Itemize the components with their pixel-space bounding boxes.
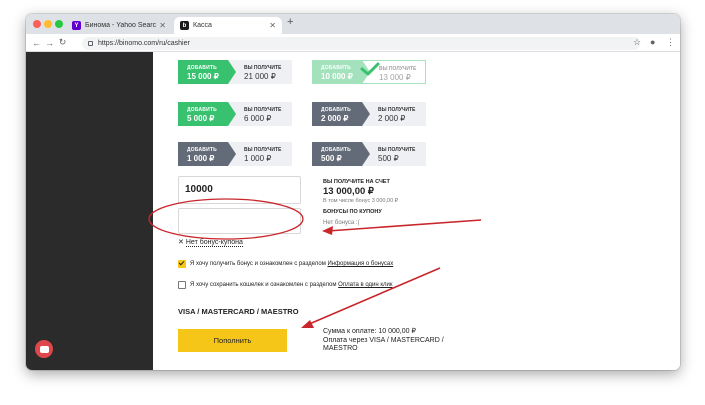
summary-panel: ВЫ ПОЛУЧИТЕ НА СЧЕТ 13 000,00 ₽ В том чи… bbox=[323, 179, 398, 226]
add-amount: 1 000 ₽ bbox=[187, 154, 215, 163]
save-wallet-checkbox[interactable] bbox=[178, 281, 186, 289]
get-amount: 21 000 ₽ bbox=[244, 72, 276, 81]
address-bar: ← → ↻ https://binomo.com/ru/cashier ☆ ● … bbox=[26, 34, 680, 52]
tab-kassa[interactable]: b Касса ✕ bbox=[174, 17, 282, 34]
coupon-bonus-value: Нет бонуса :( bbox=[323, 220, 360, 226]
summary-total: 13 000,00 ₽ bbox=[323, 186, 374, 197]
add-amount: 2 000 ₽ bbox=[321, 114, 349, 123]
add-label: ДОБАВИТЬ bbox=[321, 147, 351, 153]
payment-method: VISA / MASTERCARD / MAESTRO bbox=[178, 307, 299, 316]
yahoo-favicon-icon: Y bbox=[72, 21, 81, 30]
add-amount: 5 000 ₽ bbox=[187, 114, 215, 123]
get-amount: 500 ₽ bbox=[378, 154, 399, 163]
package-get: ВЫ ПОЛУЧИТЕ 500 ₽ bbox=[362, 142, 426, 166]
get-label: ВЫ ПОЛУЧИТЕ bbox=[244, 107, 282, 113]
checkbox-text: Я хочу получить бонус и ознакомлен с раз… bbox=[190, 261, 328, 267]
one-click-payment-link[interactable]: Оплата в один клик bbox=[338, 282, 392, 288]
back-icon[interactable]: ← bbox=[30, 38, 43, 48]
payment-summary: Сумма к оплате: 10 000,00 ₽ Оплата через… bbox=[323, 328, 458, 354]
get-label: ВЫ ПОЛУЧИТЕ bbox=[244, 65, 282, 71]
package-add: ДОБАВИТЬ 2 000 ₽ bbox=[312, 102, 370, 126]
checkbox-text: Я хочу сохранить кошелек и ознакомлен с … bbox=[190, 282, 339, 288]
bonus-info-link[interactable]: Информация о бонусах bbox=[327, 261, 393, 267]
chat-button[interactable] bbox=[35, 340, 53, 358]
get-amount: 2 000 ₽ bbox=[378, 114, 406, 123]
get-label: ВЫ ПОЛУЧИТЕ bbox=[244, 147, 282, 153]
payment-via: Оплата через VISA / MASTERCARD / MAESTRO bbox=[323, 336, 444, 353]
bookmark-star-icon[interactable]: ☆ bbox=[633, 37, 641, 48]
get-label: ВЫ ПОЛУЧИТЕ bbox=[379, 66, 417, 72]
page-content: ДОБАВИТЬ 15 000 ₽ ВЫ ПОЛУЧИТЕ 21 000 ₽ ДОБ… bbox=[26, 52, 680, 370]
add-label: ДОБАВИТЬ bbox=[321, 107, 351, 113]
reload-icon[interactable]: ↻ bbox=[56, 37, 69, 48]
close-icon: ✕ bbox=[178, 239, 184, 246]
add-label: ДОБАВИТЬ bbox=[187, 107, 217, 113]
add-label: ДОБАВИТЬ bbox=[187, 147, 217, 153]
menu-dots-icon[interactable]: ⋮ bbox=[666, 37, 675, 48]
profile-icon[interactable]: ● bbox=[650, 37, 655, 47]
save-wallet-checkbox-label: Я хочу сохранить кошелек и ознакомлен с … bbox=[190, 282, 393, 288]
package-get: ВЫ ПОЛУЧИТЕ 6 000 ₽ bbox=[228, 102, 292, 126]
package-15000[interactable]: ДОБАВИТЬ 15 000 ₽ ВЫ ПОЛУЧИТЕ 21 000 ₽ bbox=[178, 60, 292, 84]
add-amount: 500 ₽ bbox=[321, 154, 342, 163]
summary-label: ВЫ ПОЛУЧИТЕ НА СЧЕТ bbox=[323, 179, 390, 185]
tab-yahoo-search[interactable]: Y Бинома - Yahoo Search Resul ✕ bbox=[66, 17, 172, 34]
maximize-window-icon[interactable] bbox=[55, 20, 63, 28]
tab-title: Касса bbox=[193, 22, 212, 29]
package-500[interactable]: ДОБАВИТЬ 500 ₽ ВЫ ПОЛУЧИТЕ 500 ₽ bbox=[312, 142, 426, 166]
url-field[interactable]: https://binomo.com/ru/cashier bbox=[82, 37, 640, 50]
minimize-window-icon[interactable] bbox=[44, 20, 52, 28]
new-tab-icon[interactable]: + bbox=[287, 16, 293, 28]
forward-icon[interactable]: → bbox=[43, 38, 56, 48]
get-amount: 1 000 ₽ bbox=[244, 154, 272, 163]
binomo-favicon-icon: b bbox=[180, 21, 189, 30]
package-add: ДОБАВИТЬ 15 000 ₽ bbox=[178, 60, 236, 84]
browser-window: Y Бинома - Yahoo Search Resul ✕ b Касса … bbox=[26, 14, 680, 370]
no-coupon-link[interactable]: ✕ Нет бонус-купона bbox=[178, 238, 243, 247]
bonus-checkbox[interactable] bbox=[178, 260, 186, 268]
coupon-bonus-label: БОНУСЫ ПО КУПОНУ bbox=[323, 209, 382, 215]
add-label: ДОБАВИТЬ bbox=[187, 65, 217, 71]
get-amount: 13 000 ₽ bbox=[379, 73, 411, 82]
package-get: ВЫ ПОЛУЧИТЕ 21 000 ₽ bbox=[228, 60, 292, 84]
bonus-checkbox-label: Я хочу получить бонус и ознакомлен с раз… bbox=[190, 261, 393, 267]
package-add: ДОБАВИТЬ 500 ₽ bbox=[312, 142, 370, 166]
package-2000[interactable]: ДОБАВИТЬ 2 000 ₽ ВЫ ПОЛУЧИТЕ 2 000 ₽ bbox=[312, 102, 426, 126]
sidebar bbox=[26, 52, 153, 370]
close-tab-icon[interactable]: ✕ bbox=[269, 21, 276, 30]
package-get: ВЫ ПОЛУЧИТЕ 2 000 ₽ bbox=[362, 102, 426, 126]
package-1000[interactable]: ДОБАВИТЬ 1 000 ₽ ВЫ ПОЛУЧИТЕ 1 000 ₽ bbox=[178, 142, 292, 166]
close-window-icon[interactable] bbox=[33, 20, 41, 28]
coupon-input[interactable] bbox=[178, 208, 301, 234]
add-amount: 15 000 ₽ bbox=[187, 72, 219, 81]
get-label: ВЫ ПОЛУЧИТЕ bbox=[378, 107, 416, 113]
package-5000[interactable]: ДОБАВИТЬ 5 000 ₽ ВЫ ПОЛУЧИТЕ 6 000 ₽ bbox=[178, 102, 292, 126]
tab-title: Бинома - Yahoo Search Resul bbox=[85, 22, 157, 29]
url-text: https://binomo.com/ru/cashier bbox=[98, 40, 190, 47]
amount-input[interactable]: 10000 bbox=[178, 176, 301, 204]
close-tab-icon[interactable]: ✕ bbox=[159, 21, 166, 30]
chat-icon bbox=[39, 345, 49, 353]
package-add: ДОБАВИТЬ 5 000 ₽ bbox=[178, 102, 236, 126]
cashier-main: ДОБАВИТЬ 15 000 ₽ ВЫ ПОЛУЧИТЕ 21 000 ₽ ДОБ… bbox=[153, 52, 680, 370]
selected-check-icon bbox=[360, 62, 380, 76]
get-amount: 6 000 ₽ bbox=[244, 114, 272, 123]
no-coupon-text: Нет бонус-купона bbox=[185, 239, 243, 247]
lock-icon bbox=[88, 41, 93, 46]
get-label: ВЫ ПОЛУЧИТЕ bbox=[378, 147, 416, 153]
package-add: ДОБАВИТЬ 1 000 ₽ bbox=[178, 142, 236, 166]
tab-bar: Y Бинома - Yahoo Search Resul ✕ b Касса … bbox=[26, 14, 680, 34]
deposit-button[interactable]: Пополнить bbox=[178, 329, 287, 352]
package-get: ВЫ ПОЛУЧИТЕ 1 000 ₽ bbox=[228, 142, 292, 166]
payment-sum: Сумма к оплате: 10 000,00 ₽ bbox=[323, 328, 416, 335]
summary-bonus-note: В том числе бонус 3 000,00 ₽ bbox=[323, 198, 399, 204]
